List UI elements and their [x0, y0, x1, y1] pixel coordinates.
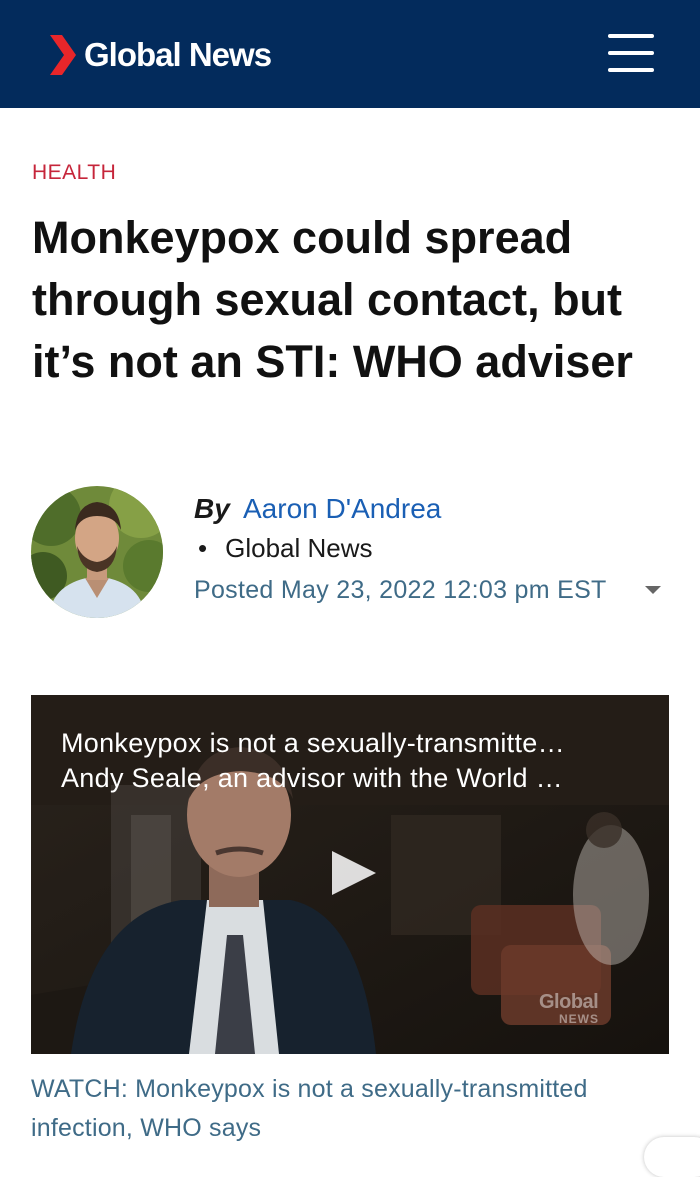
source-name: Global News: [225, 533, 373, 563]
category-label[interactable]: HEALTH: [32, 161, 116, 185]
video-title-line-2: Andy Seale, an advisor with the World …: [61, 763, 563, 793]
global-news-logo[interactable]: Global News: [48, 33, 272, 77]
byline-prefix: By: [194, 493, 230, 524]
hamburger-menu-icon[interactable]: [608, 34, 654, 74]
brand-name: Global News: [84, 36, 272, 73]
article-headline: Monkeypox could spread through sexual co…: [32, 212, 633, 387]
byline-source: • Global News: [198, 533, 373, 564]
posted-date: Posted May 23, 2022 12:03 pm EST: [194, 576, 607, 604]
byline-separator: •: [198, 533, 208, 563]
video-watermark: Global: [539, 991, 599, 1013]
video-title-line-1: Monkeypox is not a sexually-transmitte…: [61, 728, 565, 758]
play-icon[interactable]: [332, 851, 376, 895]
global-news-chevron-icon: [50, 35, 76, 75]
author-avatar[interactable]: [31, 486, 163, 618]
author-link[interactable]: Aaron D'Andrea: [243, 493, 441, 525]
video-title: Monkeypox is not a sexually-transmitte… …: [61, 726, 651, 796]
floating-widget[interactable]: [644, 1137, 700, 1177]
site-header: Global News: [0, 0, 700, 108]
chevron-down-icon[interactable]: [645, 586, 661, 594]
video-caption: WATCH: Monkeypox is not a sexually-trans…: [31, 1075, 588, 1142]
video-watermark-sub: NEWS: [559, 1012, 599, 1026]
video-player[interactable]: Monkeypox is not a sexually-transmitte… …: [31, 695, 669, 1054]
